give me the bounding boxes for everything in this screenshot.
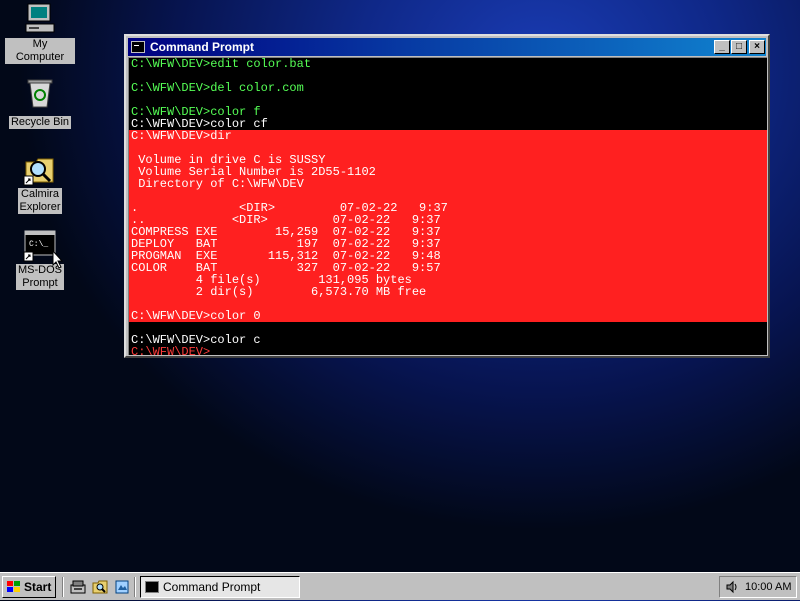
desktop-icon-label: My Computer — [5, 38, 75, 64]
start-label: Start — [24, 580, 52, 594]
desktop-icon-recycle-bin[interactable]: Recycle Bin — [5, 76, 75, 130]
close-icon: × — [754, 41, 760, 52]
console-line: Directory of C:\WFW\DEV — [129, 178, 767, 190]
taskbar-clock[interactable]: 10:00 AM — [745, 577, 791, 597]
console-line: C:\WFW\DEV>color c — [131, 333, 261, 347]
console-line: C:\WFW\DEV>dir — [129, 130, 767, 142]
command-prompt-window[interactable]: Command Prompt _ □ × C:\WFW\DEV>edit col… — [124, 34, 770, 358]
svg-text:C:\_: C:\_ — [29, 240, 48, 249]
quick-launch-program-manager-icon[interactable] — [70, 579, 86, 595]
maximize-button[interactable]: □ — [731, 40, 747, 54]
taskbar-separator — [134, 577, 136, 597]
command-prompt-icon — [145, 581, 159, 593]
console-line: 2 dir(s) 6,573.70 MB free — [129, 286, 767, 298]
window-titlebar[interactable]: Command Prompt _ □ × — [128, 38, 766, 56]
console-line: C:\WFW\DEV>edit color.bat — [131, 57, 312, 71]
system-tray: 10:00 AM — [719, 576, 797, 598]
desktop-icon-calmira-explorer[interactable]: Calmira Explorer — [5, 152, 75, 215]
recycle-bin-icon — [23, 76, 57, 110]
quick-launch-file-icon[interactable] — [114, 579, 130, 595]
desktop-icon-ms-dos-prompt[interactable]: C:\_ MS-DOS Prompt — [5, 228, 75, 291]
close-button[interactable]: × — [749, 40, 765, 54]
my-computer-icon — [23, 2, 57, 36]
quick-launch-explorer-icon[interactable] — [92, 579, 108, 595]
taskbar: Start Command Prompt 10:00 AM — [0, 572, 800, 600]
desktop-icon-label: Recycle Bin — [8, 116, 72, 129]
desktop-icon-label: Calmira Explorer — [17, 188, 63, 214]
taskbar-separator — [62, 577, 64, 597]
windows-logo-icon — [7, 581, 21, 593]
desktop-icon-my-computer[interactable]: My Computer — [5, 2, 75, 65]
start-button[interactable]: Start — [2, 576, 56, 598]
minimize-button[interactable]: _ — [714, 40, 730, 54]
window-title: Command Prompt — [150, 40, 255, 54]
command-prompt-icon[interactable] — [131, 41, 145, 53]
desktop-icon-label-line: Calmira — [21, 188, 59, 200]
task-button-command-prompt[interactable]: Command Prompt — [140, 576, 300, 598]
mouse-pointer-icon — [52, 250, 64, 269]
console-line: C:\WFW\DEV>color 0 — [129, 310, 767, 322]
minimize-icon: _ — [719, 41, 725, 52]
console-line: C:\WFW\DEV>del color.com — [131, 81, 304, 95]
console-prompt: C:\WFW\DEV> — [131, 345, 211, 355]
calmira-explorer-icon — [23, 152, 57, 186]
desktop-icon-label-line: Prompt — [22, 277, 58, 289]
task-button-label: Command Prompt — [163, 580, 261, 594]
console-output[interactable]: C:\WFW\DEV>edit color.bat C:\WFW\DEV>del… — [128, 57, 767, 355]
speaker-icon[interactable] — [725, 580, 739, 594]
console-prompt-line[interactable]: C:\WFW\DEV> — [129, 346, 767, 355]
maximize-icon: □ — [735, 41, 743, 52]
desktop-icon-label-line: Explorer — [19, 201, 61, 213]
